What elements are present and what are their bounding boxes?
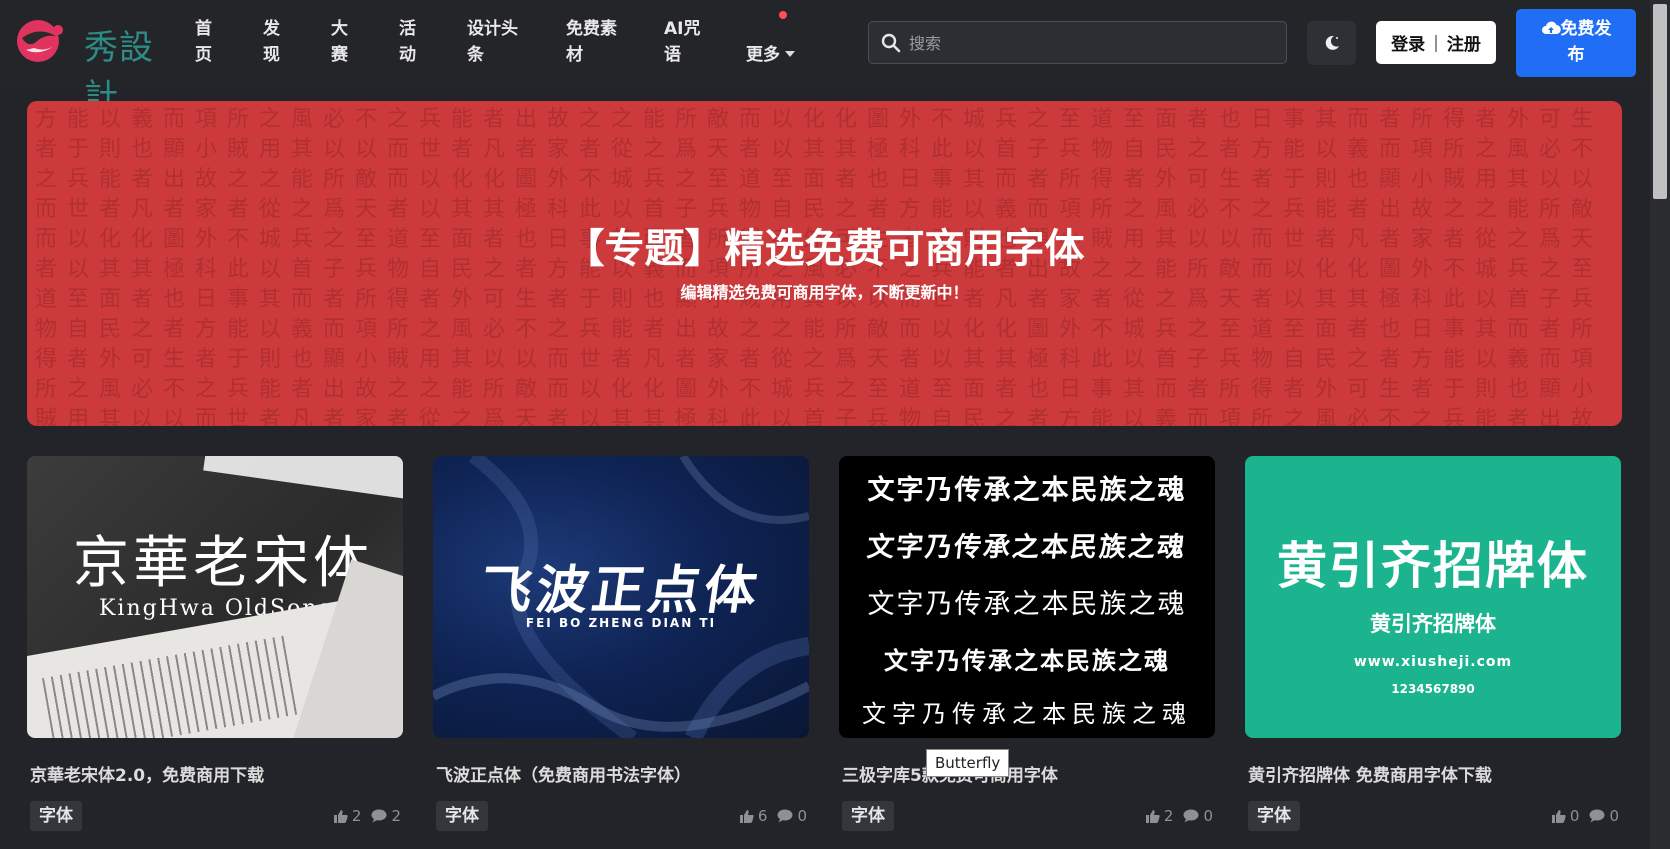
search-box — [868, 21, 1287, 64]
thumbs-up-icon — [333, 810, 348, 823]
nav-design-news[interactable]: 设计头 条 — [467, 16, 518, 68]
thumb-subtext: 黄引齐招牌体 — [1370, 612, 1496, 636]
card-stats: 2 2 — [333, 807, 401, 825]
comments-count: 0 — [1203, 807, 1213, 825]
card-meta: 字体 0 0 — [1245, 801, 1621, 831]
card-meta: 字体 2 2 — [27, 801, 403, 831]
category-tag[interactable]: 字体 — [842, 801, 894, 831]
card-thumbnail[interactable]: 京華老宋体 KingHwa OldSong — [27, 456, 403, 738]
register-link[interactable]: 注册 — [1447, 30, 1481, 55]
thumb-text: 文字乃传承之本民族之魂 — [884, 647, 1170, 675]
page-scrollbar[interactable] — [1650, 0, 1670, 849]
thumb-text: 文字乃传承之本民族之魂 — [867, 589, 1187, 620]
category-tag[interactable]: 字体 — [436, 801, 488, 831]
login-separator: | — [1433, 32, 1439, 53]
logo-mark-icon — [17, 20, 63, 62]
search-input[interactable] — [909, 28, 1269, 58]
comment-icon — [777, 809, 793, 823]
banner-title: 【专题】精选免费可商用字体 — [564, 226, 1085, 272]
comments-count: 0 — [797, 807, 807, 825]
card-thumbnail[interactable]: 飞波正点体 FEI BO ZHENG DIAN TI — [433, 456, 809, 738]
likes-count: 6 — [757, 807, 768, 825]
category-tag[interactable]: 字体 — [30, 801, 82, 831]
likes-count: 2 — [351, 807, 362, 825]
likes-count: 0 — [1569, 807, 1580, 825]
card-title[interactable]: 三极字库5款免费可商用字体 — [839, 761, 1215, 786]
hover-tooltip: Butterfly — [926, 749, 1010, 777]
nav-events[interactable]: 活 动 — [399, 16, 416, 68]
category-tag[interactable]: 字体 — [1248, 801, 1300, 831]
card-stats: 0 0 — [1551, 807, 1619, 825]
notification-dot — [779, 11, 787, 19]
thumb-text: 黄引齐招牌体 — [1277, 537, 1589, 595]
comment-icon — [1589, 809, 1605, 823]
moon-icon — [1325, 35, 1339, 50]
thumb-text: 文字乃传承之本民族之魂 — [865, 532, 1188, 563]
theme-toggle-button[interactable] — [1307, 21, 1356, 65]
login-register-button[interactable]: 登录 | 注册 — [1376, 21, 1496, 64]
thumb-text: 文字乃传承之本民族之魂 — [867, 475, 1187, 506]
card-stats: 2 0 — [1145, 807, 1213, 825]
card-thumbnail[interactable]: 文字乃传承之本民族之魂 文字乃传承之本民族之魂 文字乃传承之本民族之魂 文字乃传… — [839, 456, 1215, 738]
likes-count: 2 — [1163, 807, 1174, 825]
scrollbar-thumb[interactable] — [1653, 4, 1667, 199]
comments-count: 0 — [1609, 807, 1619, 825]
cloud-upload-icon — [1541, 21, 1561, 35]
thumb-text-en: FEI BO ZHENG DIAN TI — [525, 616, 717, 630]
card-meta: 字体 2 0 — [839, 801, 1215, 831]
publish-label: 免费发 布 — [1560, 19, 1612, 65]
search-icon — [881, 33, 901, 53]
thumb-numbers: 1234567890 — [1391, 682, 1475, 696]
comment-icon — [371, 809, 387, 823]
nav-free-assets[interactable]: 免费素 材 — [566, 16, 617, 68]
thumb-text: 飞波正点体 — [475, 560, 765, 621]
free-publish-button[interactable]: 免费发 布 — [1516, 9, 1636, 77]
thumbs-up-icon — [739, 810, 754, 823]
thumb-text: 文字乃传承之本民族之魂 — [862, 700, 1192, 728]
card-3[interactable]: 文字乃传承之本民族之魂 文字乃传承之本民族之魂 文字乃传承之本民族之魂 文字乃传… — [839, 456, 1215, 831]
comment-icon — [1183, 809, 1199, 823]
nav-discover[interactable]: 发 现 — [263, 16, 280, 68]
nav-contest[interactable]: 大 赛 — [331, 16, 348, 68]
thumb-paper — [203, 456, 403, 501]
chevron-down-icon — [785, 51, 795, 57]
login-link[interactable]: 登录 — [1391, 30, 1425, 55]
comments-count: 2 — [391, 807, 401, 825]
card-title[interactable]: 飞波正点体（免费商用书法字体） — [433, 761, 809, 786]
topic-banner[interactable]: 方能以義而項所之風必不之兵能者出故之之能所敵而以化化圖外不城兵之至道至面者也日事… — [27, 101, 1622, 426]
banner-subtitle: 编辑精选免费可商用字体，不断更新中！ — [680, 283, 969, 302]
nav-home[interactable]: 首 页 — [195, 16, 212, 68]
card-1[interactable]: 京華老宋体 KingHwa OldSong 京華老宋体2.0，免费商用下载 字体… — [27, 456, 403, 831]
card-stats: 6 0 — [739, 807, 807, 825]
card-meta: 字体 6 0 — [433, 801, 809, 831]
nav-more[interactable]: 更多 — [746, 16, 795, 68]
site-logo[interactable]: 秀設計 — [14, 18, 164, 117]
nav-ai-prompts[interactable]: AI咒 语 — [664, 16, 700, 68]
thumb-url: www.xiusheji.com — [1353, 654, 1513, 670]
card-2[interactable]: 飞波正点体 FEI BO ZHENG DIAN TI 飞波正点体（免费商用书法字… — [433, 456, 809, 831]
card-title[interactable]: 黄引齐招牌体 免费商用字体下载 — [1245, 761, 1621, 786]
card-thumbnail[interactable]: 黄引齐招牌体 黄引齐招牌体 www.xiusheji.com 123456789… — [1245, 456, 1621, 738]
thumb-text: 京華老宋体 — [73, 531, 373, 596]
thumbs-up-icon — [1551, 810, 1566, 823]
thumbs-up-icon — [1145, 810, 1160, 823]
nav-more-label: 更多 — [746, 45, 780, 65]
card-4[interactable]: 黄引齐招牌体 黄引齐招牌体 www.xiusheji.com 123456789… — [1245, 456, 1621, 831]
card-title[interactable]: 京華老宋体2.0，免费商用下载 — [27, 761, 403, 786]
top-header: 秀設計 首 页 发 现 大 赛 活 动 设计头 条 免费素 材 AI咒 语 更多… — [0, 0, 1650, 117]
